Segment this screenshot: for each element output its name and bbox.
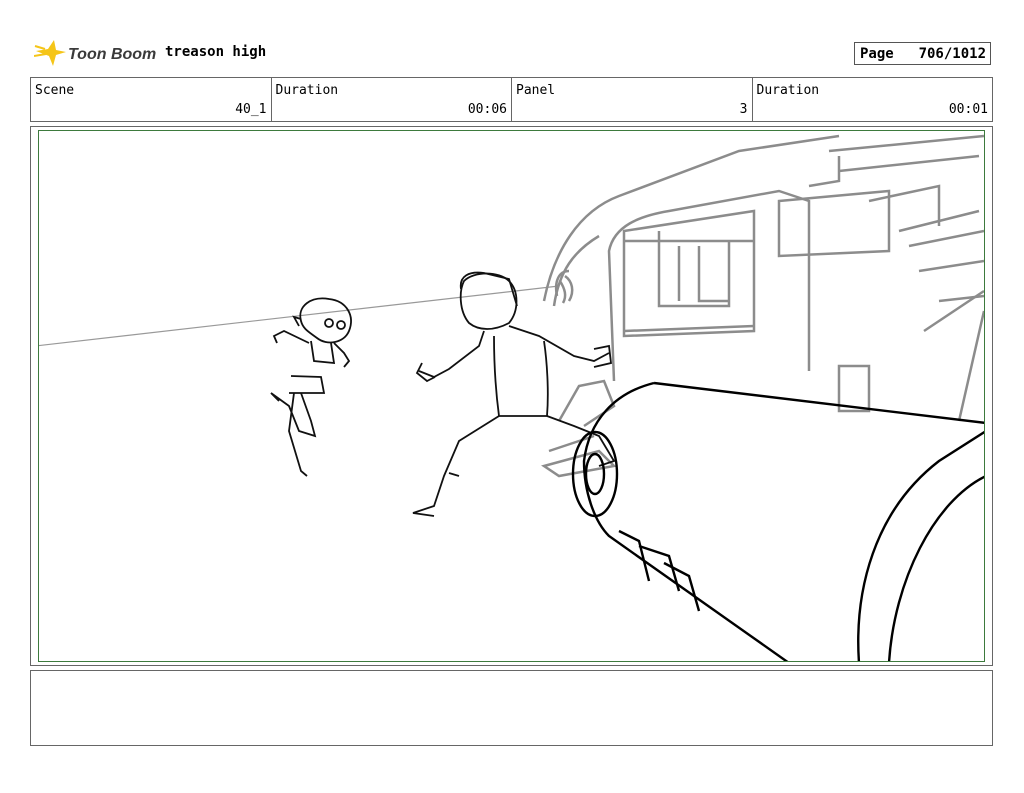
panel-label: Panel [516,83,556,98]
scene-value: 40_1 [235,102,267,117]
panel-value: 3 [739,102,748,117]
scene-duration-value: 00:06 [467,102,507,117]
horizon-line [39,285,560,347]
boy-character-sketch [412,271,616,517]
panel-duration-value: 00:01 [948,102,988,117]
scene-duration-cell: Duration 00:06 [272,78,512,121]
project-title: treason high [165,44,267,60]
page-label: Page [860,45,894,62]
star-burst-icon [34,40,66,66]
panel-duration-label: Duration [756,83,820,98]
panel-info-row: Scene 40_1 Duration 00:06 Panel 3 Durati… [30,77,993,122]
foreground-cannon-sketch [571,381,984,661]
toon-boom-logo: Toon Boom [34,40,156,66]
scene-label: Scene [35,83,75,98]
page-indicator: Page 706/1012 [854,42,991,65]
panel-sketch [39,134,984,661]
scene-duration-label: Duration [275,83,339,98]
girl-character-sketch [270,297,352,477]
panel-cell: Panel 3 [512,78,753,121]
scene-cell: Scene 40_1 [31,78,272,121]
panel-duration-cell: Duration 00:01 [753,78,993,121]
page-number: 706/1012 [918,45,986,62]
logo-text: Toon Boom [68,46,156,63]
panel-notes-box[interactable] [30,670,993,746]
storyboard-panel-image [38,130,985,662]
vehicle-sketch [541,134,984,478]
